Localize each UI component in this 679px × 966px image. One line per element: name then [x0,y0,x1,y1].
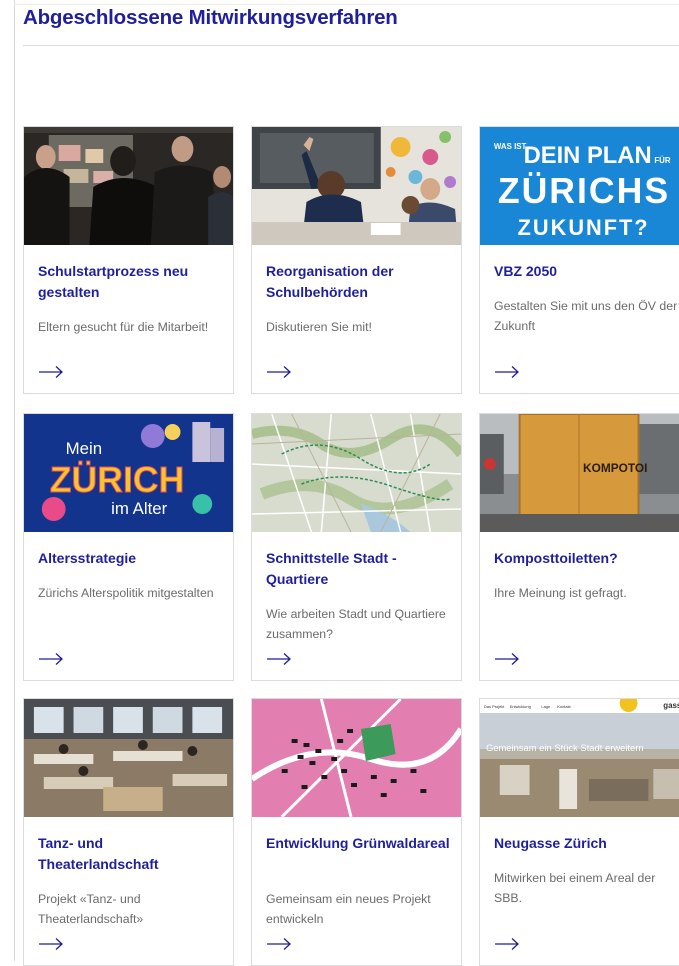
classroom-photo [252,127,461,245]
content-left-border [14,0,15,961]
poster-text-mein: Mein [66,439,102,458]
website-nav-item: Das Projekt [484,704,505,709]
poster-text-im-alter: im Alter [111,499,167,518]
neugasse-website-screenshot: Das Projekt Entwicklung Lage Kontakt gas… [480,699,679,817]
workshop-photo [24,127,233,245]
card-image-compost-toilet[interactable]: KOMPOTOI [480,414,679,532]
card-description: Mitwirken bei einem Areal der SBB. [494,871,656,905]
website-headline: Gemeinsam ein Stück Stadt erweitern [486,743,644,754]
mein-zuerich-poster: Mein ZÜRICH im Alter [24,414,233,532]
card-image-city-map[interactable] [252,414,461,532]
compost-toilet-photo: KOMPOTOI [480,414,679,532]
card-image-mein-zuerich[interactable]: Mein ZÜRICH im Alter [24,414,233,532]
card-image-classroom[interactable] [252,127,461,245]
card-title[interactable]: Neugasse Zürich [494,833,679,854]
arrow-right-icon[interactable] [494,365,520,379]
card-description: Eltern gesucht für die Mitarbeit! [38,320,209,334]
website-nav-item: Entwicklung [510,704,531,709]
poster-text-small-left: WAS IST [494,142,527,151]
content-top-border [14,4,679,5]
card-schnittstelle[interactable]: Schnittstelle Stadt - Quartiere Wie arbe… [251,413,462,681]
card-title[interactable]: Tanz- und Theaterlandschaft [38,833,223,875]
card-description: Wie arbeiten Stadt und Quartiere zusamme… [266,607,446,641]
card-neugasse[interactable]: Das Projekt Entwicklung Lage Kontakt gas… [479,698,679,966]
card-description: Gemeinsam ein neues Projekt entwickeln [266,892,431,926]
compost-sign: KOMPOTOI [583,461,647,475]
card-title[interactable]: Reorganisation der Schulbehörden [266,261,451,303]
card-schulstartprozess[interactable]: Schulstartprozess neu gestalten Eltern g… [23,126,234,394]
workshop-hall-photo [24,699,233,817]
arrow-right-icon[interactable] [494,652,520,666]
card-image-poster-plan[interactable]: WAS IST DEIN PLAN FÜR ZÜRICHS ZUKUNFT? [480,127,679,245]
poster-text-line3: ZUKUNFT? [518,215,650,240]
website-logo: gasse [663,701,679,710]
poster-text-line2: ZÜRICHS [498,171,670,211]
arrow-right-icon[interactable] [494,937,520,951]
card-description: Gestalten Sie mit uns den ÖV der Zukunft [494,299,678,333]
city-map [252,414,461,532]
page-title: Abgeschlossene Mitwirkungsverfahren [23,6,398,29]
card-tanz-theater[interactable]: Tanz- und Theaterlandschaft Projekt «Tan… [23,698,234,966]
card-title[interactable]: Entwicklung Grünwaldareal [266,833,451,854]
arrow-right-icon[interactable] [38,652,64,666]
card-gruenwaldareal[interactable]: Entwicklung Grünwaldareal Gemeinsam ein … [251,698,462,966]
arrow-right-icon[interactable] [266,937,292,951]
card-description: Projekt «Tanz- und Theaterlandschaft» [38,892,144,926]
website-nav-item: Kontakt [557,704,571,709]
poster-text-zuerich: ZÜRICH [50,460,185,500]
card-image-workshop[interactable] [24,127,233,245]
card-description: Diskutieren Sie mit! [266,320,372,334]
arrow-right-icon[interactable] [266,365,292,379]
card-description: Zürichs Alterspolitik mitgestalten [38,586,214,600]
card-title[interactable]: Altersstrategie [38,548,223,569]
card-title[interactable]: Schnittstelle Stadt - Quartiere [266,548,451,590]
card-description: Ihre Meinung ist gefragt. [494,586,627,600]
card-image-workshop-hall[interactable] [24,699,233,817]
card-title[interactable]: VBZ 2050 [494,261,679,282]
arrow-right-icon[interactable] [266,652,292,666]
card-altersstrategie[interactable]: Mein ZÜRICH im Alter Altersstrategie Zür… [23,413,234,681]
card-title[interactable]: Schulstartprozess neu gestalten [38,261,223,303]
plan-poster: WAS IST DEIN PLAN FÜR ZÜRICHS ZUKUNFT? [480,127,679,245]
poster-text-small-right: FÜR [654,156,671,165]
card-title[interactable]: Komposttoiletten? [494,548,679,569]
card-reorganisation[interactable]: Reorganisation der Schulbehörden Diskuti… [251,126,462,394]
area-map [252,699,461,817]
arrow-right-icon[interactable] [38,365,64,379]
arrow-right-icon[interactable] [38,937,64,951]
card-image-area-map[interactable] [252,699,461,817]
card-image-neugasse-website[interactable]: Das Projekt Entwicklung Lage Kontakt gas… [480,699,679,817]
website-nav-item: Lage [541,704,551,709]
card-komposttoiletten[interactable]: KOMPOTOI Komposttoiletten? Ihre Meinung … [479,413,679,681]
title-divider [23,45,679,46]
poster-text-line1: DEIN PLAN [524,142,652,169]
card-vbz-2050[interactable]: WAS IST DEIN PLAN FÜR ZÜRICHS ZUKUNFT? V… [479,126,679,394]
